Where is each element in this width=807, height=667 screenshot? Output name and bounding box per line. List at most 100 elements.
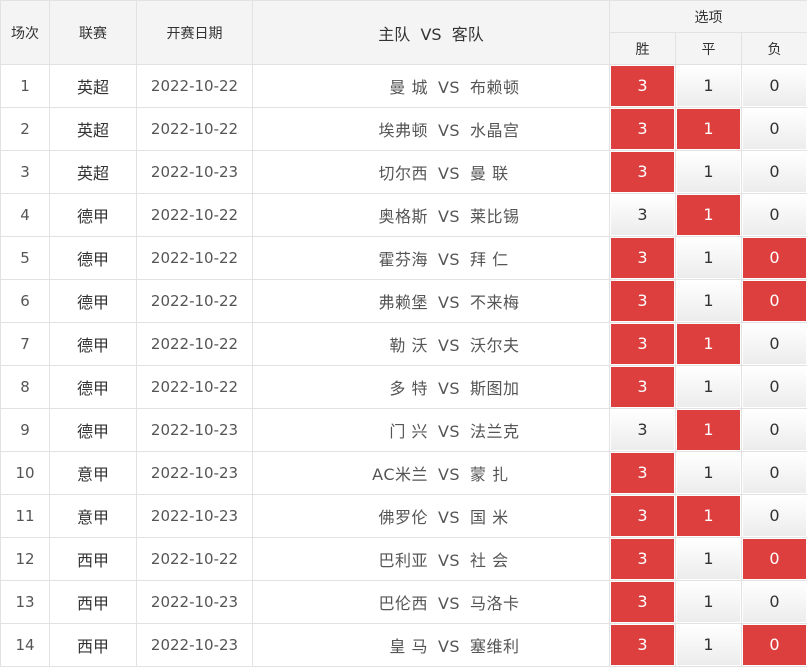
match-teams: 佛罗伦VS国 米 [253, 495, 610, 538]
option-loss-button[interactable]: 0 [743, 496, 806, 536]
vs-label: VS [428, 250, 470, 269]
vs-label: VS [428, 465, 470, 484]
option-draw-button[interactable]: 1 [677, 496, 740, 536]
vs-label: VS [428, 164, 470, 183]
option-loss-button[interactable]: 0 [743, 324, 806, 364]
home-team: 佛罗伦 [253, 504, 428, 528]
table-row: 5德甲2022-10-22霍芬海VS拜 仁310 [1, 237, 807, 280]
round-number: 5 [1, 237, 50, 280]
table-row: 4德甲2022-10-22奥格斯VS莱比锡310 [1, 194, 807, 237]
home-team: 埃弗顿 [253, 117, 428, 141]
option-win-button[interactable]: 3 [611, 324, 674, 364]
header-options: 选项 [610, 1, 807, 33]
round-number: 6 [1, 280, 50, 323]
option-win-button[interactable]: 3 [611, 539, 674, 579]
round-number: 14 [1, 624, 50, 667]
vs-label: VS [428, 422, 470, 441]
option-loss-button[interactable]: 0 [743, 453, 806, 493]
option-draw-button[interactable]: 1 [677, 238, 740, 278]
match-date: 2022-10-23 [137, 624, 253, 667]
option-loss-button[interactable]: 0 [743, 195, 806, 235]
option-draw-button[interactable]: 1 [677, 367, 740, 407]
away-team: 水晶宫 [470, 117, 610, 141]
round-number: 8 [1, 366, 50, 409]
league-name: 德甲 [50, 366, 137, 409]
option-draw-button[interactable]: 1 [677, 582, 740, 622]
option-draw-button[interactable]: 1 [677, 152, 740, 192]
option-draw-button[interactable]: 1 [677, 281, 740, 321]
table-row: 13西甲2022-10-23巴伦西VS马洛卡310 [1, 581, 807, 624]
home-team: 门 兴 [253, 418, 428, 442]
match-date: 2022-10-23 [137, 495, 253, 538]
match-teams: 曼 城VS布赖顿 [253, 65, 610, 108]
vs-label: VS [428, 207, 470, 226]
match-date: 2022-10-22 [137, 108, 253, 151]
match-teams: 切尔西VS曼 联 [253, 151, 610, 194]
match-teams: 巴利亚VS社 会 [253, 538, 610, 581]
option-loss-button[interactable]: 0 [743, 281, 806, 321]
league-name: 西甲 [50, 581, 137, 624]
match-date: 2022-10-23 [137, 581, 253, 624]
option-win-button[interactable]: 3 [611, 453, 674, 493]
home-team: 多 特 [253, 375, 428, 399]
round-number: 3 [1, 151, 50, 194]
league-name: 西甲 [50, 624, 137, 667]
option-loss-button[interactable]: 0 [743, 238, 806, 278]
home-team: AC米兰 [253, 461, 428, 485]
table-row: 10意甲2022-10-23AC米兰VS蒙 扎310 [1, 452, 807, 495]
option-win-button[interactable]: 3 [611, 281, 674, 321]
option-loss-button[interactable]: 0 [743, 66, 806, 106]
option-draw-button[interactable]: 1 [677, 324, 740, 364]
option-draw-button[interactable]: 1 [677, 453, 740, 493]
away-team: 拜 仁 [470, 246, 610, 270]
match-date: 2022-10-22 [137, 323, 253, 366]
option-win-button[interactable]: 3 [611, 195, 674, 235]
table-row: 6德甲2022-10-22弗赖堡VS不来梅310 [1, 280, 807, 323]
match-date: 2022-10-22 [137, 538, 253, 581]
option-win-button[interactable]: 3 [611, 238, 674, 278]
away-team: 塞维利 [470, 633, 610, 657]
option-win-button[interactable]: 3 [611, 109, 674, 149]
option-win-button[interactable]: 3 [611, 367, 674, 407]
option-loss-button[interactable]: 0 [743, 582, 806, 622]
match-teams: 奥格斯VS莱比锡 [253, 194, 610, 237]
match-date: 2022-10-22 [137, 65, 253, 108]
option-win-button[interactable]: 3 [611, 152, 674, 192]
option-loss-button[interactable]: 0 [743, 152, 806, 192]
option-loss-button[interactable]: 0 [743, 367, 806, 407]
option-win-button[interactable]: 3 [611, 496, 674, 536]
table-row: 8德甲2022-10-22多 特VS斯图加310 [1, 366, 807, 409]
option-loss-button[interactable]: 0 [743, 109, 806, 149]
league-name: 意甲 [50, 452, 137, 495]
header-date: 开赛日期 [137, 1, 253, 65]
match-date: 2022-10-22 [137, 366, 253, 409]
vs-label: VS [428, 336, 470, 355]
match-date: 2022-10-22 [137, 280, 253, 323]
league-name: 德甲 [50, 409, 137, 452]
option-loss-button[interactable]: 0 [743, 410, 806, 450]
match-teams: 弗赖堡VS不来梅 [253, 280, 610, 323]
option-draw-button[interactable]: 1 [677, 66, 740, 106]
home-team: 皇 马 [253, 633, 428, 657]
table-row: 9德甲2022-10-23门 兴VS法兰克310 [1, 409, 807, 452]
option-draw-button[interactable]: 1 [677, 109, 740, 149]
option-win-button[interactable]: 3 [611, 582, 674, 622]
option-draw-button[interactable]: 1 [677, 410, 740, 450]
match-teams: 门 兴VS法兰克 [253, 409, 610, 452]
option-win-button[interactable]: 3 [611, 66, 674, 106]
vs-label: VS [428, 637, 470, 656]
option-draw-button[interactable]: 1 [677, 625, 740, 665]
option-loss-button[interactable]: 0 [743, 539, 806, 579]
league-name: 意甲 [50, 495, 137, 538]
option-win-button[interactable]: 3 [611, 625, 674, 665]
header-match: 主队 VS 客队 [253, 1, 610, 65]
option-draw-button[interactable]: 1 [677, 195, 740, 235]
header-round: 场次 [1, 1, 50, 65]
option-win-button[interactable]: 3 [611, 410, 674, 450]
away-team: 不来梅 [470, 289, 610, 313]
header-draw: 平 [676, 33, 742, 65]
option-draw-button[interactable]: 1 [677, 539, 740, 579]
match-date: 2022-10-22 [137, 194, 253, 237]
option-loss-button[interactable]: 0 [743, 625, 806, 665]
home-team: 弗赖堡 [253, 289, 428, 313]
